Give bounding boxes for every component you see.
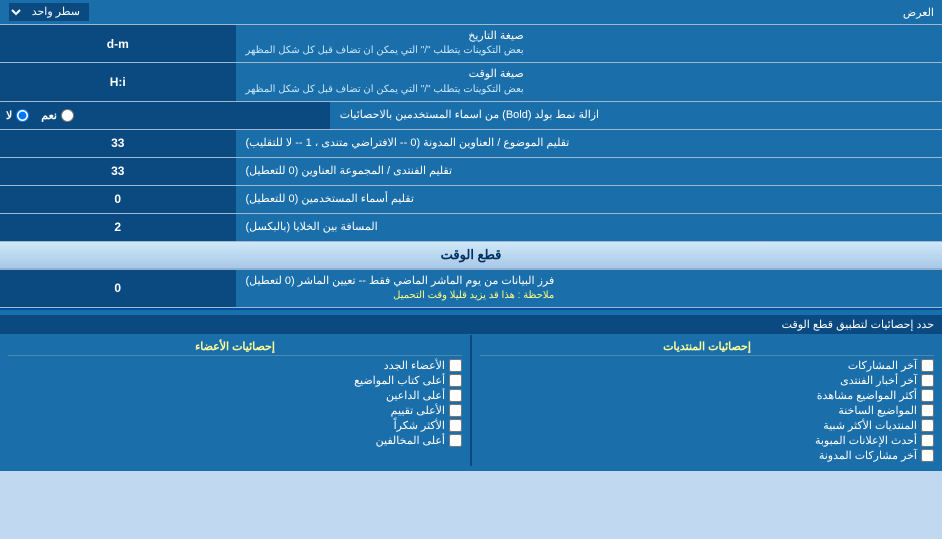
topic-trim-input[interactable]: 33 [6, 136, 230, 150]
stats-col-members: إحصائيات الأعضاء الأعضاء الجدد أعلى كتاب… [0, 335, 470, 466]
date-format-input[interactable]: d-m [6, 37, 230, 51]
stats-cb-forum-4[interactable] [921, 419, 934, 432]
stats-item-forum-2: أكثر المواضيع مشاهدة [480, 388, 934, 403]
time-cut-input-cell: 0 [0, 270, 236, 307]
stats-cb-member-3[interactable] [449, 404, 462, 417]
stats-item-forum-5: أحدث الإعلانات المبوبة [480, 433, 934, 448]
stats-cb-member-1[interactable] [449, 374, 462, 387]
cell-spacing-input[interactable]: 2 [6, 220, 230, 234]
time-cut-label: فرز البيانات من يوم الماشر الماضي فقط --… [236, 270, 942, 307]
stats-item-forum-1: آخر أخبار الفنتدى [480, 373, 934, 388]
bold-radio-yes-label: نعم [41, 109, 74, 122]
main-container: العرض سطر واحد سطرين ثلاثة أسطر صيغة الت… [0, 0, 942, 471]
username-trim-label: تقليم أسماء المستخدمين (0 للتعطيل) [236, 186, 942, 213]
time-format-input[interactable]: H:i [6, 75, 230, 89]
top-row-label: العرض [90, 3, 942, 22]
topic-trim-label: تقليم الموضوع / العناوين المدونة (0 -- ا… [236, 130, 942, 157]
date-format-label: صيغة التاريخ بعض التكوينات يتطلب "/" الت… [236, 25, 942, 62]
stats-divider [470, 335, 472, 466]
bold-radio-yes[interactable] [61, 109, 74, 122]
stats-cb-forum-5[interactable] [921, 434, 934, 447]
stats-col-forums-header: إحصائيات المنتديات [480, 338, 934, 356]
stats-cb-forum-6[interactable] [921, 449, 934, 462]
time-format-input-cell: H:i [0, 63, 236, 100]
bold-remove-label: ازالة نمط بولد (Bold) من اسماء المستخدمي… [330, 102, 942, 129]
bold-remove-row: ازالة نمط بولد (Bold) من اسماء المستخدمي… [0, 102, 942, 130]
forum-trim-label: تقليم الفنتدى / المجموعة العناوين (0 للت… [236, 158, 942, 185]
username-trim-input[interactable]: 0 [6, 192, 230, 206]
stats-item-member-5: أعلى المخالفين [8, 433, 462, 448]
stats-item-member-3: الأعلى تقييم [8, 403, 462, 418]
stats-item-member-4: الأكثر شكراً [8, 418, 462, 433]
display-select[interactable]: سطر واحد سطرين ثلاثة أسطر [8, 2, 90, 22]
time-format-label: صيغة الوقت بعض التكوينات يتطلب "/" التي … [236, 63, 942, 100]
username-trim-row: تقليم أسماء المستخدمين (0 للتعطيل) 0 [0, 186, 942, 214]
stats-item-forum-0: آخر المشاركات [480, 358, 934, 373]
stats-cb-member-0[interactable] [449, 359, 462, 372]
cell-spacing-input-cell: 2 [0, 214, 236, 241]
stats-cb-member-2[interactable] [449, 389, 462, 402]
stats-col-forums: إحصائيات المنتديات آخر المشاركات آخر أخب… [472, 335, 942, 466]
stats-header: حدد إحصائيات لتطبيق قطع الوقت [0, 315, 942, 335]
stats-cb-member-4[interactable] [449, 419, 462, 432]
topic-trim-row: تقليم الموضوع / العناوين المدونة (0 -- ا… [0, 130, 942, 158]
stats-item-forum-4: المنتديات الأكثر شبية [480, 418, 934, 433]
stats-item-forum-6: آخر مشاركات المدونة [480, 448, 934, 463]
stats-columns: إحصائيات المنتديات آخر المشاركات آخر أخب… [0, 335, 942, 466]
top-row: العرض سطر واحد سطرين ثلاثة أسطر [0, 0, 942, 25]
topic-trim-input-cell: 33 [0, 130, 236, 157]
date-format-row: صيغة التاريخ بعض التكوينات يتطلب "/" الت… [0, 25, 942, 63]
time-cut-row: فرز البيانات من يوم الماشر الماضي فقط --… [0, 270, 942, 308]
stats-section: حدد إحصائيات لتطبيق قطع الوقت إحصائيات ا… [0, 308, 942, 471]
stats-cb-forum-0[interactable] [921, 359, 934, 372]
bold-radio-no-label: لا [6, 109, 29, 122]
forum-trim-input-cell: 33 [0, 158, 236, 185]
stats-item-member-2: أعلى الداعين [8, 388, 462, 403]
cell-spacing-row: المسافة بين الخلايا (بالبكسل) 2 [0, 214, 942, 242]
forum-trim-row: تقليم الفنتدى / المجموعة العناوين (0 للت… [0, 158, 942, 186]
stats-col-members-header: إحصائيات الأعضاء [8, 338, 462, 356]
time-cut-input[interactable]: 0 [6, 281, 230, 295]
bold-remove-radio-cell: نعم لا [0, 102, 330, 129]
time-format-row: صيغة الوقت بعض التكوينات يتطلب "/" التي … [0, 63, 942, 101]
cell-spacing-label: المسافة بين الخلايا (بالبكسل) [236, 214, 942, 241]
time-section-header: قطع الوقت [0, 242, 942, 269]
username-trim-input-cell: 0 [0, 186, 236, 213]
forum-trim-input[interactable]: 33 [6, 164, 230, 178]
stats-cb-forum-3[interactable] [921, 404, 934, 417]
stats-item-forum-3: المواضيع الساخنة [480, 403, 934, 418]
stats-cb-member-5[interactable] [449, 434, 462, 447]
date-format-input-cell: d-m [0, 25, 236, 62]
time-section-header-row: قطع الوقت [0, 242, 942, 270]
stats-cb-forum-1[interactable] [921, 374, 934, 387]
stats-item-member-0: الأعضاء الجدد [8, 358, 462, 373]
stats-cb-forum-2[interactable] [921, 389, 934, 402]
stats-item-member-1: أعلى كتاب المواضيع [8, 373, 462, 388]
bold-radio-no[interactable] [16, 109, 29, 122]
